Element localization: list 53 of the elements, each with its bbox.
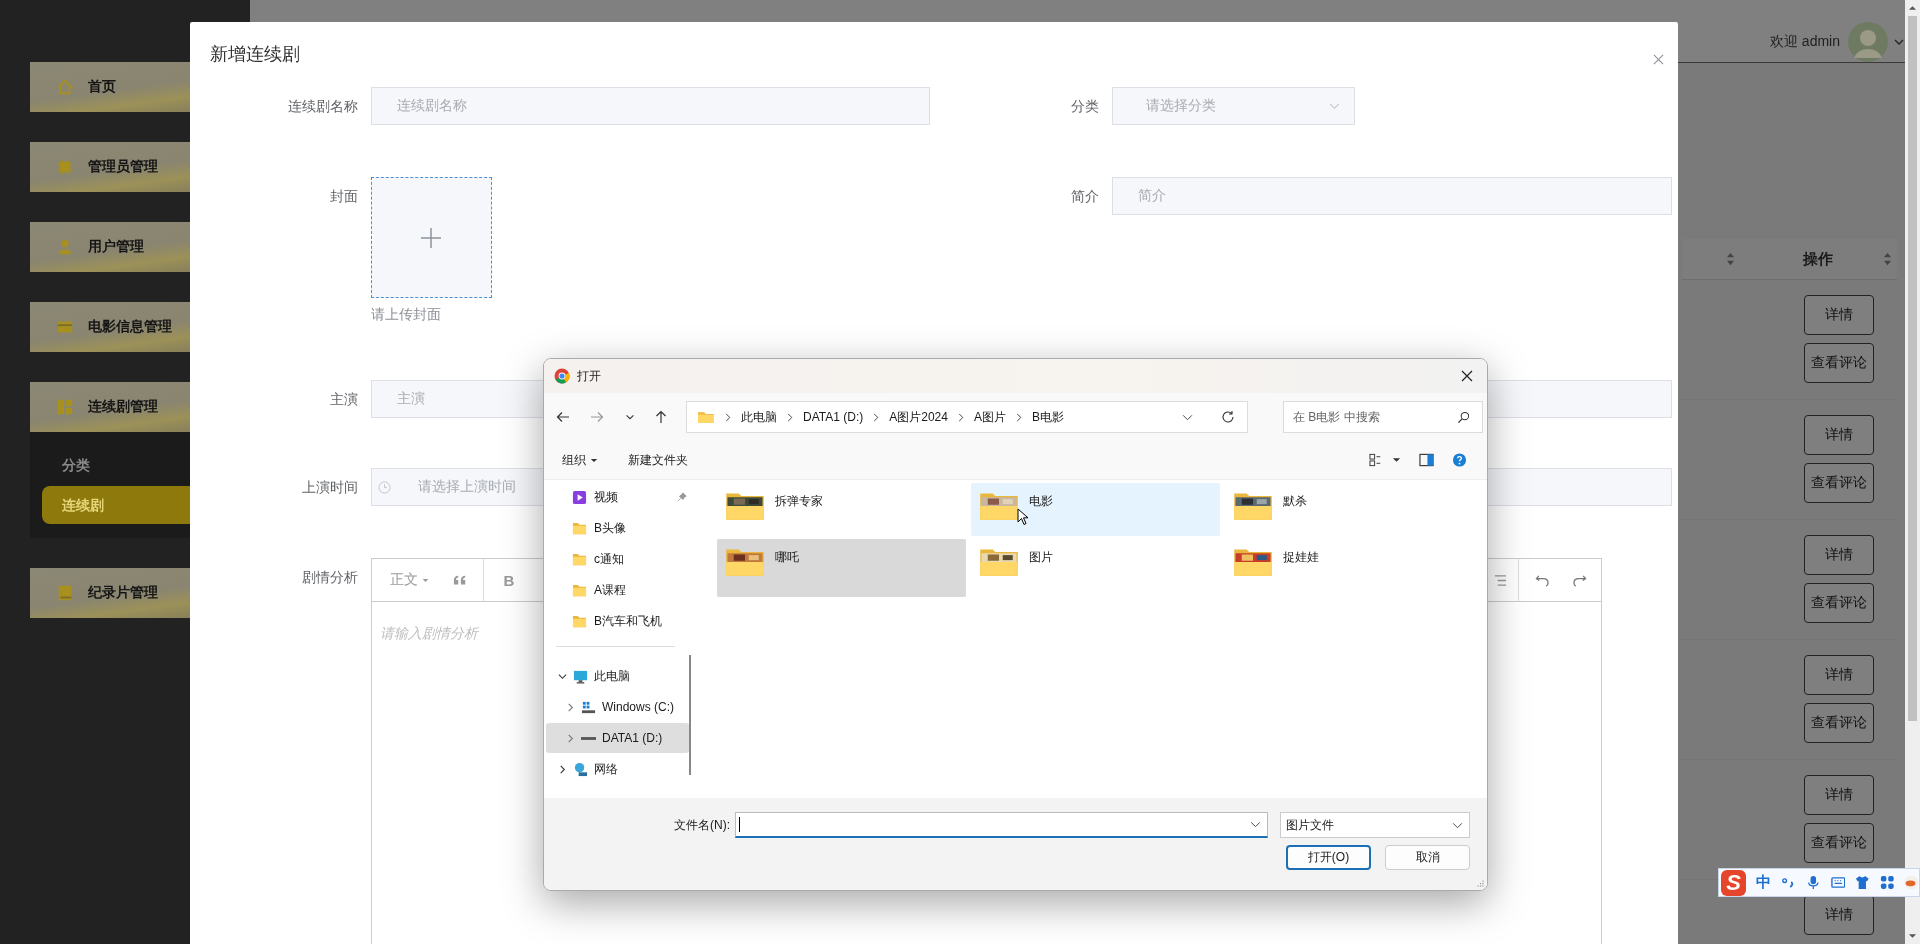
nav-item[interactable]: B汽车和飞机 <box>546 606 689 636</box>
folder-item[interactable]: 图片 <box>971 539 1220 592</box>
nav-item[interactable]: A课程 <box>546 575 689 605</box>
folder-item[interactable]: 拆弹专家 <box>717 483 966 536</box>
organize-menu[interactable]: 组织 <box>562 451 586 469</box>
comments-button[interactable]: 查看评论 <box>1804 823 1874 863</box>
comments-button[interactable]: 查看评论 <box>1804 463 1874 503</box>
folder-item[interactable]: 捉娃娃 <box>1225 539 1474 592</box>
field-label: 简介 <box>1071 188 1099 204</box>
greeting-text: 欢迎 admin <box>1769 33 1840 51</box>
field-label: 主演 <box>330 391 358 407</box>
details-button[interactable]: 详情 <box>1804 895 1874 935</box>
editor-placeholder: 请输入剧情分析 <box>379 625 478 641</box>
breadcrumb-item[interactable]: A图片 <box>973 408 1006 426</box>
nav-item[interactable]: 视频 <box>546 482 689 512</box>
field-label: 分类 <box>1071 98 1099 114</box>
nav-item[interactable]: Windows (C:) <box>546 692 689 722</box>
field-label: 连续剧名称 <box>288 98 358 114</box>
nav-item[interactable]: 网络 <box>546 754 689 784</box>
details-button[interactable]: 详情 <box>1804 415 1874 455</box>
cancel-button[interactable]: 取消 <box>1385 845 1470 870</box>
new-folder-button[interactable]: 新建文件夹 <box>628 451 688 469</box>
field-label: 封面 <box>330 188 358 204</box>
field-label: 剧情分析 <box>302 569 358 585</box>
search-field[interactable]: 在 B电影 中搜索 <box>1283 401 1483 433</box>
breadcrumb-item[interactable]: 此电脑 <box>741 408 777 426</box>
input-mode-toggle[interactable]: 中 <box>1756 873 1772 892</box>
folder-item[interactable]: 默杀 <box>1225 483 1474 536</box>
comments-button[interactable]: 查看评论 <box>1804 343 1874 383</box>
breadcrumb-item[interactable]: A图片2024 <box>889 408 948 426</box>
dialog-title: 打开 <box>577 367 601 385</box>
details-button[interactable]: 详情 <box>1804 775 1874 815</box>
upload-hint: 请上传封面 <box>370 306 441 324</box>
field-label: 上演时间 <box>302 479 358 495</box>
nav-item[interactable]: B头像 <box>546 513 689 543</box>
nav-item[interactable]: c通知 <box>546 544 689 574</box>
comments-button[interactable]: 查看评论 <box>1804 703 1874 743</box>
address-bar[interactable]: 此电脑 DATA1 (D:) A图片2024 A图片 B电影 <box>686 401 1248 433</box>
details-button[interactable]: 详情 <box>1804 295 1874 335</box>
nav-item[interactable]: 此电脑 <box>546 661 689 691</box>
nav-item[interactable]: DATA1 (D:) <box>546 723 689 753</box>
details-button[interactable]: 详情 <box>1804 655 1874 695</box>
breadcrumb-item[interactable]: B电影 <box>1031 408 1064 426</box>
breadcrumb-item[interactable]: DATA1 (D:) <box>803 410 864 424</box>
comments-button[interactable]: 查看评论 <box>1804 583 1874 623</box>
folder-item[interactable]: 电影 <box>971 483 1220 536</box>
ime-logo[interactable]: S <box>1721 869 1747 896</box>
column-header: 操作 <box>1803 249 1833 269</box>
folder-item[interactable]: 哪吒 <box>717 539 966 597</box>
file-type-select[interactable]: 图片文件 <box>1280 812 1470 838</box>
details-button[interactable]: 详情 <box>1804 535 1874 575</box>
open-button[interactable]: 打开(O) <box>1286 845 1371 870</box>
file-name-label: 文件名(N): <box>674 816 730 834</box>
